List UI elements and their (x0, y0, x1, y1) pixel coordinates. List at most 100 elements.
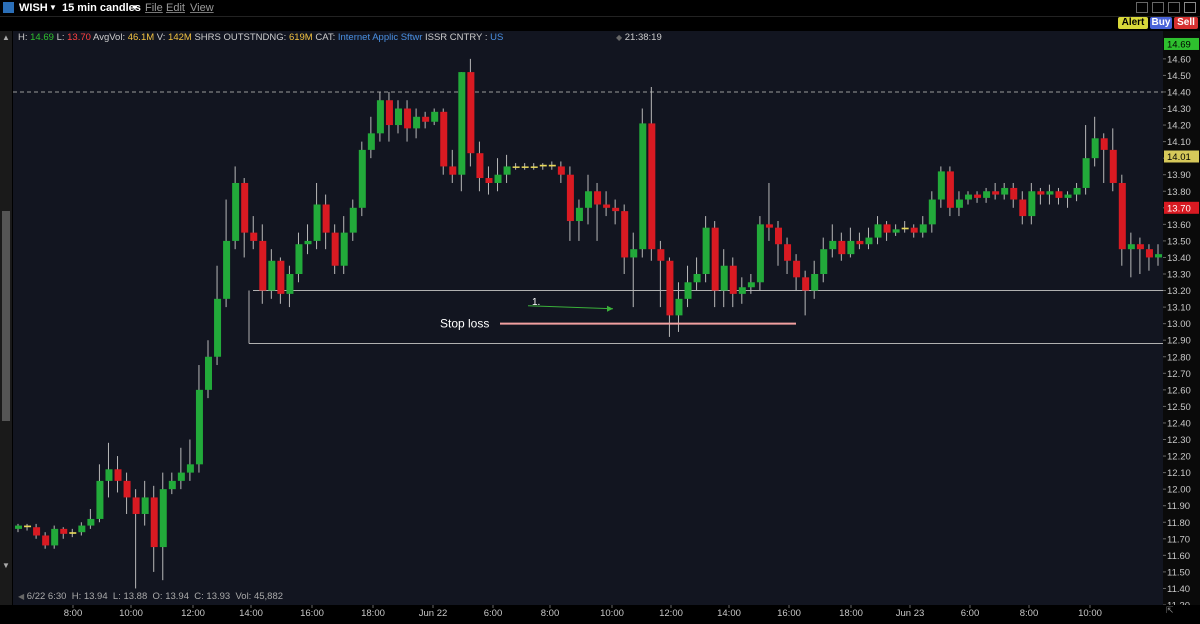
price-tick-label: 13.40 (1167, 253, 1191, 264)
restore-icon[interactable] (1152, 2, 1164, 13)
candle-body (603, 204, 611, 208)
bar-low: L: 13.88 (112, 591, 148, 602)
symbol-dropdown-icon[interactable]: ▼ (49, 1, 57, 15)
price-tick-label: 12.20 (1167, 452, 1191, 463)
candle-body (268, 260, 276, 291)
candle (702, 216, 710, 283)
candle-body (114, 469, 122, 481)
symbol-label[interactable]: WISH (19, 1, 48, 15)
candle (205, 340, 212, 399)
price-axis[interactable]: 14.6014.5014.4014.3014.2014.1014.0013.90… (1163, 31, 1200, 612)
menu-file[interactable]: File (145, 1, 163, 15)
candle-body (431, 111, 439, 122)
candle-body (521, 166, 529, 168)
candle-body (286, 274, 294, 294)
candle-body (413, 116, 421, 129)
time-tick-label: Jun 22 (419, 608, 448, 619)
interval-label[interactable]: 15 min candles (62, 1, 141, 15)
candle-body (702, 227, 710, 275)
expand-icon[interactable]: ⇱ (1166, 605, 1174, 616)
candle (765, 182, 773, 241)
candle-body (1019, 199, 1027, 217)
sell-button[interactable]: Sell (1174, 17, 1198, 29)
candle (955, 191, 963, 217)
price-tick-label: 12.80 (1167, 352, 1191, 363)
candle (1001, 182, 1009, 200)
menu-edit[interactable]: Edit (166, 1, 185, 15)
candlestick-chart[interactable]: Stop loss1. (13, 31, 1163, 605)
price-tick-label: 13.00 (1167, 319, 1191, 330)
buy-button[interactable]: Buy (1150, 17, 1172, 29)
time-tick-label: Jun 23 (896, 608, 925, 619)
candle (141, 480, 149, 526)
country-value: US (490, 32, 504, 43)
chart-canvas[interactable]: Stop loss 1. (13, 31, 1163, 605)
candle-body (1073, 187, 1081, 195)
avgvol-label: AvgVol: (93, 32, 126, 43)
candle (847, 227, 855, 258)
candle (928, 191, 936, 233)
price-tick-label: 13.60 (1167, 220, 1191, 231)
candle (214, 265, 222, 366)
minimize-icon[interactable] (1136, 2, 1148, 13)
bar-date: 6/22 6:30 (26, 591, 67, 602)
candle-body (395, 108, 402, 126)
candle-body (892, 229, 900, 233)
candle (720, 249, 728, 308)
candle (132, 489, 140, 589)
candle (892, 224, 900, 236)
low-label: L: (56, 32, 65, 43)
candle-body (69, 532, 77, 534)
candle (385, 91, 393, 142)
candle-body (793, 260, 801, 278)
candle (1100, 133, 1108, 183)
candle-body (1091, 138, 1099, 159)
candle (449, 149, 457, 183)
time-tick-label: 18:00 (361, 608, 385, 619)
marker-arrow-line (527, 305, 614, 310)
candle-body (901, 227, 909, 230)
candle-body (503, 166, 511, 175)
candle-body (756, 224, 764, 283)
candle (494, 158, 502, 192)
time-tick-label: 10:00 (600, 608, 624, 619)
candle-body (856, 240, 864, 245)
price-tick-label: 12.00 (1167, 485, 1191, 496)
vertical-scrollbar[interactable]: ▲ ▼ (0, 31, 12, 605)
candle-body (259, 240, 267, 291)
scroll-thumb[interactable] (2, 211, 10, 421)
candle-body (802, 277, 810, 291)
maximize-icon[interactable] (1168, 2, 1180, 13)
alert-button[interactable]: Alert (1118, 17, 1148, 29)
candle-body (765, 224, 773, 228)
scroll-up-icon[interactable]: ▲ (2, 33, 10, 42)
category-value[interactable]: Internet Applic Sftwr (338, 32, 422, 43)
candle-body (784, 244, 792, 261)
candle (838, 232, 846, 261)
candle-body (738, 287, 746, 294)
candle (856, 232, 864, 250)
candle-body (214, 298, 222, 357)
candle (937, 166, 945, 208)
time-axis[interactable]: 8:00 10:00 12:00 14:00 16:00 18:00 Jun 22 6:00 8… (13, 605, 1163, 619)
menu-view[interactable]: View (190, 1, 214, 15)
interval-dropdown-icon[interactable]: ▼ (131, 1, 139, 15)
candle-body (874, 224, 882, 238)
candle (1091, 116, 1099, 167)
candle (1109, 128, 1117, 192)
time-tick-label: 6:00 (484, 608, 503, 619)
scroll-down-icon[interactable]: ▼ (2, 561, 10, 570)
candle (232, 166, 240, 250)
app-logo-icon (3, 2, 14, 13)
candle (51, 525, 59, 549)
candle (295, 232, 303, 283)
candle-body (141, 497, 149, 514)
candle (910, 224, 918, 238)
close-icon[interactable] (1184, 2, 1196, 13)
candle (1073, 182, 1081, 202)
candle (965, 191, 972, 205)
time-tick-label: 10:00 (1078, 608, 1102, 619)
stop-loss-label: Stop loss (440, 317, 489, 331)
candle (78, 522, 86, 536)
country-label: ISSR CNTRY : (425, 32, 488, 43)
